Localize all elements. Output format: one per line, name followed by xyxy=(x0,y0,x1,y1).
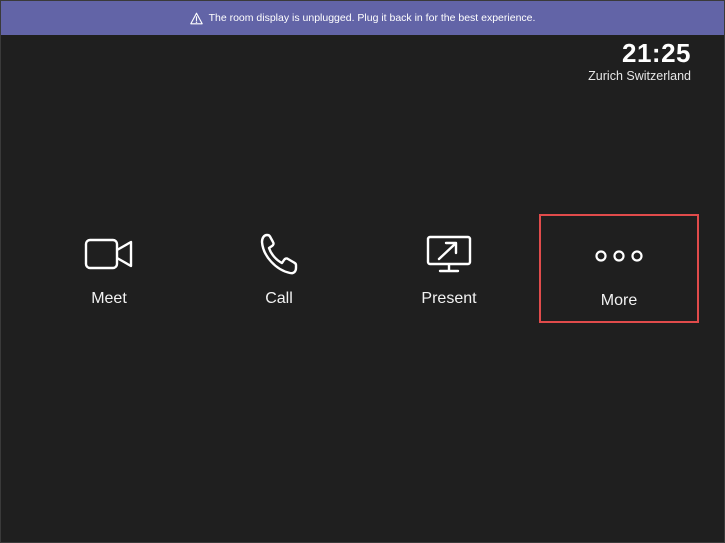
call-button[interactable]: Call xyxy=(199,214,359,324)
present-button[interactable]: Present xyxy=(369,214,529,324)
home-screen: The room display is unplugged. Plug it b… xyxy=(0,0,725,543)
meet-label: Meet xyxy=(91,290,127,307)
unplugged-display-banner: The room display is unplugged. Plug it b… xyxy=(1,1,724,35)
more-icon xyxy=(594,234,644,278)
present-label: Present xyxy=(421,290,477,307)
banner-message: The room display is unplugged. Plug it b… xyxy=(208,12,536,24)
phone-icon xyxy=(259,232,299,276)
share-screen-icon xyxy=(425,232,473,276)
clock-location: Zurich Switzerland xyxy=(588,69,691,83)
home-actions: Meet Call Present More xyxy=(24,214,699,324)
meet-button[interactable]: Meet xyxy=(29,214,189,324)
call-label: Call xyxy=(265,290,293,307)
clock-time: 21:25 xyxy=(622,38,691,68)
video-camera-icon xyxy=(84,232,134,276)
more-label: More xyxy=(600,292,638,309)
warning-icon xyxy=(189,12,203,25)
more-button[interactable]: More xyxy=(539,214,699,323)
clock: 21:25 Zurich Switzerland xyxy=(588,38,691,83)
